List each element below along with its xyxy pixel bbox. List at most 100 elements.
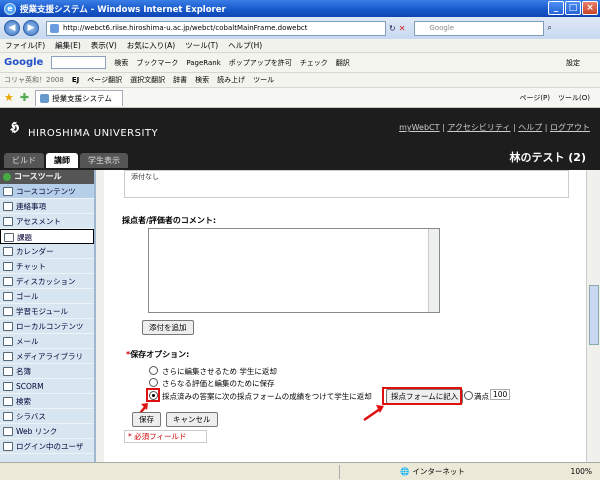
sidebar-item-scorm[interactable]: SCORM xyxy=(0,379,94,394)
sidebar-item-search[interactable]: 検索 xyxy=(0,394,94,409)
menu-bar: ファイル(F) 編集(E) 表示(V) お気に入り(A) ツール(T) ヘルプ(… xyxy=(0,39,600,53)
translate-button[interactable]: 翻訳 xyxy=(336,58,350,68)
accessibility-link[interactable]: アクセシビリティ xyxy=(447,123,510,132)
selection-translate-button[interactable]: 選択文翻訳 xyxy=(130,73,165,87)
google-search-input[interactable] xyxy=(51,56,107,69)
media-icon xyxy=(3,352,13,361)
dictionary-button[interactable]: 辞書 xyxy=(173,73,187,87)
ej-button[interactable]: EJ xyxy=(72,73,79,87)
goal-icon xyxy=(3,292,13,301)
tools-menu[interactable]: ツール(O) xyxy=(558,93,590,103)
google-search-button[interactable]: 検索 xyxy=(114,58,128,68)
save-options-text: 保存オプション: xyxy=(130,350,190,359)
sidebar-item-label: 名簿 xyxy=(16,367,31,376)
sidebar-item-syllabus[interactable]: シラバス xyxy=(0,409,94,424)
tab-build[interactable]: ビルド xyxy=(4,153,44,168)
sidebar-item-web-links[interactable]: Web リンク xyxy=(0,424,94,439)
sidebar-item-mail[interactable]: メール xyxy=(0,334,94,349)
favorites-bar: ★ ✚ 授業支援システム ページ(P) ツール(O) xyxy=(0,88,600,108)
main-scrollbar[interactable] xyxy=(586,170,600,462)
sidebar-item-discussions[interactable]: ディスカッション xyxy=(0,274,94,289)
add-attachment-button[interactable]: 添付を追加 xyxy=(142,320,194,335)
radio-full-score[interactable] xyxy=(464,391,473,400)
minimize-button[interactable]: _ xyxy=(548,1,564,15)
sidebar-item-label: コースコンテンツ xyxy=(16,187,76,196)
tab-instructor[interactable]: 講師 xyxy=(46,153,78,168)
zone-label: インターネット xyxy=(412,467,465,476)
menu-view[interactable]: 表示(V) xyxy=(91,39,117,52)
mywebct-link[interactable]: myWebCT xyxy=(399,123,439,132)
close-button[interactable]: × xyxy=(582,1,598,15)
url-input[interactable]: http://webct6.riise.hiroshima-u.ac.jp/we… xyxy=(46,20,386,36)
bookmark-button[interactable]: ブックマーク xyxy=(136,58,178,68)
search-input[interactable]: Google xyxy=(414,20,545,36)
maximize-button[interactable]: □ xyxy=(565,1,581,15)
dict-logo: コリャ英和！2008 xyxy=(4,76,64,84)
window-title: 授業支援システム - Windows Internet Explorer xyxy=(20,4,226,15)
lookup-button[interactable]: 検索 xyxy=(195,73,209,87)
browser-tab[interactable]: 授業支援システム xyxy=(35,89,123,106)
full-score-value: 100 xyxy=(490,389,511,400)
page-menu[interactable]: ページ(P) xyxy=(519,93,550,103)
sidebar-collapse-handle[interactable] xyxy=(96,170,104,462)
add-favorite-icon[interactable]: ✚ xyxy=(20,91,29,104)
comment-textarea[interactable] xyxy=(148,228,440,313)
forward-button[interactable]: ▶ xyxy=(23,20,39,36)
sidebar-item-label: カレンダー xyxy=(16,247,54,256)
save-button[interactable]: 保存 xyxy=(132,412,161,427)
sidebar-item-online-users[interactable]: ログイン中のユーザ xyxy=(0,439,94,454)
tab-student-view[interactable]: 学生表示 xyxy=(80,153,128,168)
scrollbar-thumb[interactable] xyxy=(589,285,599,345)
refresh-icon[interactable]: ↻ xyxy=(389,24,396,33)
sidebar-item-assessments[interactable]: アセスメント xyxy=(0,214,94,229)
favorites-star-icon[interactable]: ★ xyxy=(4,91,14,104)
sidebar-item-label: 検索 xyxy=(16,397,31,406)
sidebar-item-local-content[interactable]: ローカルコンテンツ xyxy=(0,319,94,334)
discussion-icon xyxy=(3,277,13,286)
search-icon[interactable]: ⌕ xyxy=(547,23,551,33)
radio-save-for-review[interactable] xyxy=(149,378,158,387)
window-titlebar: e 授業支援システム - Windows Internet Explorer _… xyxy=(0,0,600,17)
cancel-button[interactable]: キャンセル xyxy=(166,412,218,427)
zoom-control[interactable]: 100% xyxy=(571,467,592,476)
links-toolbar: コリャ英和！2008 EJ ページ翻訳 選択文翻訳 辞書 検索 読み上げ ツール xyxy=(0,73,600,88)
sidebar-item-roster[interactable]: 名簿 xyxy=(0,364,94,379)
menu-tools[interactable]: ツール(T) xyxy=(185,39,218,52)
save-options-label: *保存オプション: xyxy=(126,349,189,360)
sidebar-item-goals[interactable]: ゴール xyxy=(0,289,94,304)
university-name: HIROSHIMA UNIVERSITY xyxy=(28,128,159,139)
sidebar-item-media-library[interactable]: メディアライブラリ xyxy=(0,349,94,364)
sidebar-item-label: SCORM xyxy=(16,382,44,391)
radio-return-for-edit[interactable] xyxy=(149,366,158,375)
logout-link[interactable]: ログアウト xyxy=(550,123,590,132)
sidebar-item-learning-modules[interactable]: 学習モジュール xyxy=(0,304,94,319)
read-aloud-button[interactable]: 読み上げ xyxy=(217,73,245,87)
sidebar-item-course-content[interactable]: コースコンテンツ xyxy=(0,184,94,199)
help-link[interactable]: ヘルプ xyxy=(518,123,542,132)
sidebar-item-label: Web リンク xyxy=(16,427,58,436)
popup-button[interactable]: ポップアップを許可 xyxy=(229,58,292,68)
sidebar-item-label: ゴール xyxy=(16,292,39,301)
pagerank-indicator: PageRank xyxy=(186,58,221,67)
site-header: 𝕳 HIROSHIMA UNIVERSITY myWebCT | アクセシビリテ… xyxy=(0,108,600,170)
page-translate-button[interactable]: ページ翻訳 xyxy=(87,73,122,87)
google-toolbar: Google 検索 ブックマーク PageRank ポップアップを許可 チェック… xyxy=(0,53,600,73)
users-icon xyxy=(3,442,13,451)
stop-icon[interactable]: ✕ xyxy=(399,24,406,33)
search-icon xyxy=(3,397,13,406)
sidebar-item-calendar[interactable]: カレンダー xyxy=(0,244,94,259)
settings-button[interactable]: 設定 xyxy=(566,58,580,68)
tools-button[interactable]: ツール xyxy=(253,73,274,87)
menu-help[interactable]: ヘルプ(H) xyxy=(228,39,262,52)
sidebar-item-chat[interactable]: チャット xyxy=(0,259,94,274)
menu-edit[interactable]: 編集(E) xyxy=(55,39,81,52)
sidebar-item-label: ローカルコンテンツ xyxy=(16,322,84,331)
sidebar-item-announcements[interactable]: 連絡事項 xyxy=(0,199,94,214)
check-button[interactable]: チェック xyxy=(300,58,328,68)
sidebar-item-assignments[interactable]: 課題 xyxy=(0,229,94,244)
local-content-icon xyxy=(3,322,13,331)
comment-label: 採点者/評価者のコメント: xyxy=(122,216,217,225)
menu-file[interactable]: ファイル(F) xyxy=(5,39,45,52)
back-button[interactable]: ◀ xyxy=(4,20,20,36)
menu-favorites[interactable]: お気に入り(A) xyxy=(127,39,175,52)
